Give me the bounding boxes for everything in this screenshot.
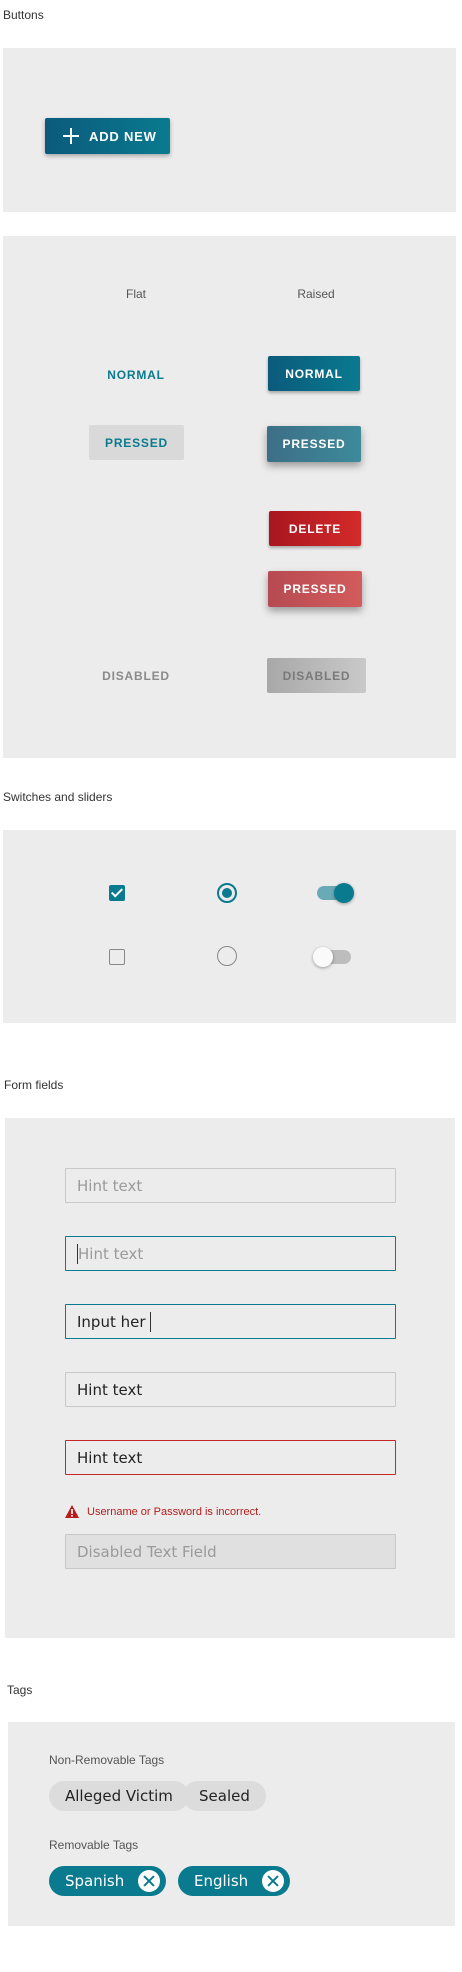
flat-column-header: Flat (125, 287, 146, 301)
add-new-button[interactable]: ADD NEW (45, 118, 170, 154)
field-value: Input her (77, 1312, 146, 1331)
field-placeholder: Hint text (78, 1244, 144, 1263)
flat-pressed-button[interactable]: PRESSED (89, 425, 184, 460)
tag-spanish: Spanish (49, 1866, 167, 1896)
delete-button[interactable]: DELETE (269, 511, 361, 546)
checkbox-unchecked[interactable] (109, 949, 125, 965)
raised-normal-button[interactable]: NORMAL (268, 356, 360, 391)
section-title-switches: Switches and sliders (3, 790, 113, 804)
tag-english: English (178, 1866, 291, 1896)
raised-disabled-button: DISABLED (267, 658, 366, 693)
radio-selected[interactable] (217, 883, 237, 903)
flat-disabled-button: DISABLED (102, 669, 170, 683)
warning-icon (65, 1505, 79, 1518)
tag-label-text: Alleged Victim (65, 1787, 173, 1805)
remove-tag-icon[interactable] (262, 1870, 285, 1892)
field-value: Hint text (77, 1380, 143, 1399)
removable-tags-label: Removable Tags (49, 1838, 139, 1852)
error-message: Username or Password is incorrect. (65, 1505, 261, 1518)
text-field-filled[interactable]: Hint text (65, 1372, 396, 1407)
tag-sealed: Sealed (183, 1781, 266, 1811)
section-title-tags: Tags (7, 1683, 33, 1697)
tag-label-text: English (194, 1872, 249, 1890)
text-field-error[interactable]: Hint text (65, 1440, 396, 1475)
field-value: Hint text (77, 1448, 143, 1467)
tag-label-text: Sealed (199, 1787, 250, 1805)
field-placeholder: Hint text (77, 1176, 143, 1195)
add-new-label: ADD NEW (89, 128, 157, 144)
section-title-form-fields: Form fields (4, 1078, 64, 1092)
text-field-focused-input[interactable]: Input her (65, 1304, 396, 1339)
plus-icon (59, 124, 83, 148)
text-field-disabled: Disabled Text Field (65, 1534, 396, 1569)
text-field-focused-empty[interactable]: Hint text (65, 1236, 396, 1271)
remove-tag-icon[interactable] (138, 1870, 161, 1892)
field-placeholder: Disabled Text Field (77, 1542, 217, 1561)
radio-unselected[interactable] (217, 946, 237, 966)
switches-panel (3, 830, 456, 1023)
text-field-default[interactable]: Hint text (65, 1168, 396, 1203)
flat-normal-button[interactable]: NORMAL (89, 363, 183, 387)
toggle-off-knob[interactable] (313, 947, 333, 967)
tag-label-text: Spanish (65, 1872, 125, 1890)
delete-pressed-button[interactable]: PRESSED (268, 571, 362, 607)
raised-column-header: Raised (297, 287, 335, 301)
tag-alleged-victim: Alleged Victim (49, 1781, 189, 1811)
error-text: Username or Password is incorrect. (87, 1505, 262, 1518)
non-removable-tags-label: Non-Removable Tags (49, 1753, 165, 1767)
button-states-panel (3, 236, 456, 758)
section-title-buttons: Buttons (3, 8, 44, 22)
text-cursor (149, 1311, 151, 1332)
raised-pressed-button[interactable]: PRESSED (267, 426, 361, 462)
toggle-on-knob[interactable] (334, 883, 354, 903)
checkbox-checked[interactable] (109, 885, 125, 901)
